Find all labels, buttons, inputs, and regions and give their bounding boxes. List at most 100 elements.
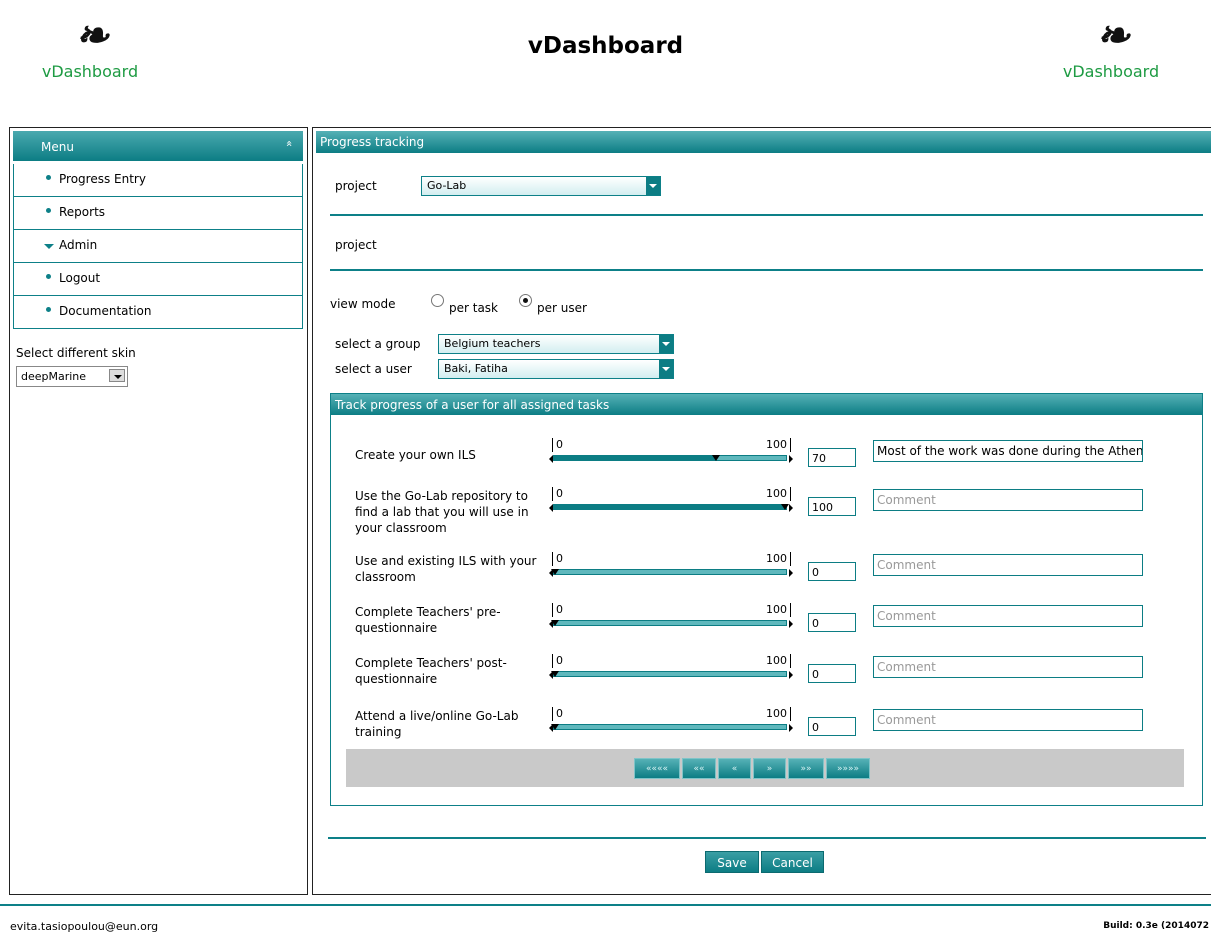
slider-track[interactable]	[553, 504, 787, 510]
progress-value-input[interactable]: 0	[808, 664, 856, 683]
per-user-radio[interactable]	[519, 294, 532, 307]
group-select[interactable]: Belgium teachers	[438, 334, 674, 354]
task-label: Complete Teachers' post-questionnaire	[355, 656, 507, 686]
slider-min-label: 0	[552, 438, 563, 452]
logo-mark: ❧	[1096, 12, 1130, 59]
slider-min-label: 0	[552, 552, 563, 566]
project-select-value: Go-Lab	[427, 179, 467, 192]
chevron-down-icon[interactable]	[646, 177, 660, 195]
skin-select[interactable]: deepMarine	[16, 366, 128, 387]
comment-input[interactable]: Comment	[873, 656, 1143, 678]
slider-min-label: 0	[552, 654, 563, 668]
sidebar-item-documentation[interactable]: Documentation	[13, 296, 303, 329]
pager-prev-button[interactable]: «	[718, 758, 751, 779]
pager-next-button[interactable]: »	[753, 758, 786, 779]
sidebar-item-progress-entry[interactable]: Progress Entry	[13, 164, 303, 197]
sidebar-item-label: Logout	[59, 271, 101, 285]
collapse-icon[interactable]: «	[283, 140, 296, 147]
slider-max-label: 100	[766, 487, 791, 501]
slider-max-label: 100	[766, 707, 791, 721]
slider-handle[interactable]	[551, 724, 559, 730]
task-label: Complete Teachers' pre-questionnaire	[355, 605, 501, 635]
skin-select-value: deepMarine	[21, 370, 87, 383]
progress-value-input[interactable]: 70	[808, 448, 856, 467]
comment-input[interactable]: Most of the work was done during the Ath…	[873, 440, 1143, 462]
track-title: Track progress of a user for all assigne…	[335, 398, 610, 412]
project-select[interactable]: Go-Lab	[421, 176, 661, 196]
view-mode-label: view mode	[330, 297, 396, 311]
sidebar-item-label: Progress Entry	[59, 172, 146, 186]
cancel-button[interactable]: Cancel	[761, 851, 824, 873]
group-select-value: Belgium teachers	[444, 337, 541, 350]
slider-handle[interactable]	[712, 455, 720, 461]
sidebar-item-label: Reports	[59, 205, 106, 219]
progress-slider[interactable]: 0 100	[549, 707, 799, 737]
sidebar-item-reports[interactable]: Reports	[13, 197, 303, 230]
progress-slider[interactable]: 0 100	[549, 487, 799, 517]
logo-name: vDashboard	[1062, 62, 1160, 81]
slider-max-label: 100	[766, 552, 791, 566]
slider-max-label: 100	[766, 603, 791, 617]
slider-handle[interactable]	[551, 671, 559, 677]
progress-slider[interactable]: 0 100	[549, 552, 799, 582]
task-label: Attend a live/online Go-Lab training	[355, 709, 519, 739]
slider-track[interactable]	[553, 455, 787, 461]
progress-value-input[interactable]: 0	[808, 613, 856, 632]
comment-input[interactable]: Comment	[873, 605, 1143, 627]
sidebar-item-logout[interactable]: Logout	[13, 263, 303, 296]
save-button[interactable]: Save	[705, 851, 759, 873]
slider-track[interactable]	[553, 671, 787, 677]
progress-value-input[interactable]: 0	[808, 717, 856, 736]
group-label: select a group	[335, 337, 421, 351]
sidebar: Menu « Progress Entry Reports Admin Logo…	[9, 127, 308, 895]
arrow-right-icon[interactable]	[789, 504, 793, 512]
slider-track[interactable]	[553, 569, 787, 575]
chevron-down-icon[interactable]	[109, 369, 125, 382]
task-label: Use the Go-Lab repository to find a lab …	[355, 489, 529, 535]
slider-fill	[554, 456, 717, 460]
progress-value-input[interactable]: 100	[808, 497, 856, 516]
slider-track[interactable]	[553, 724, 787, 730]
chevron-down-icon[interactable]	[659, 335, 673, 353]
slider-handle[interactable]	[781, 504, 789, 510]
slider-track[interactable]	[553, 620, 787, 626]
bullet-icon	[46, 208, 51, 213]
arrow-left-icon[interactable]	[549, 504, 553, 512]
arrow-right-icon[interactable]	[789, 724, 793, 732]
pager-first-button[interactable]: ««««	[634, 758, 680, 779]
pager-forward-two-button[interactable]: »»	[788, 758, 824, 779]
slider-min-label: 0	[552, 487, 563, 501]
comment-input[interactable]: Comment	[873, 554, 1143, 576]
arrow-right-icon[interactable]	[789, 569, 793, 577]
arrow-right-icon[interactable]	[789, 671, 793, 679]
comment-input[interactable]: Comment	[873, 489, 1143, 511]
user-select[interactable]: Baki, Fatiha	[438, 359, 674, 379]
arrow-right-icon[interactable]	[789, 620, 793, 628]
project-heading: project	[335, 238, 377, 252]
arrow-right-icon[interactable]	[789, 455, 793, 463]
progress-slider[interactable]: 0 100	[549, 438, 799, 468]
sidebar-item-admin[interactable]: Admin	[13, 230, 303, 263]
slider-min-label: 0	[552, 603, 563, 617]
user-label: select a user	[335, 362, 412, 376]
slider-min-label: 0	[552, 707, 563, 721]
pager-last-button[interactable]: »»»»	[826, 758, 870, 779]
bullet-icon	[46, 274, 51, 279]
chevron-down-icon[interactable]	[659, 360, 673, 378]
track-header: Track progress of a user for all assigne…	[331, 394, 1202, 415]
progress-slider[interactable]: 0 100	[549, 654, 799, 684]
menu-header[interactable]: Menu «	[13, 131, 303, 161]
bullet-icon	[46, 307, 51, 312]
menu-title: Menu	[41, 140, 74, 154]
task-label: Create your own ILS	[355, 448, 476, 462]
slider-handle[interactable]	[551, 569, 559, 575]
sidebar-item-label: Documentation	[59, 304, 152, 318]
pager-back-two-button[interactable]: ««	[682, 758, 716, 779]
arrow-left-icon[interactable]	[549, 455, 553, 463]
per-task-radio[interactable]	[431, 294, 444, 307]
progress-value-input[interactable]: 0	[808, 562, 856, 581]
progress-slider[interactable]: 0 100	[549, 603, 799, 633]
comment-input[interactable]: Comment	[873, 709, 1143, 731]
slider-max-label: 100	[766, 438, 791, 452]
slider-handle[interactable]	[551, 620, 559, 626]
